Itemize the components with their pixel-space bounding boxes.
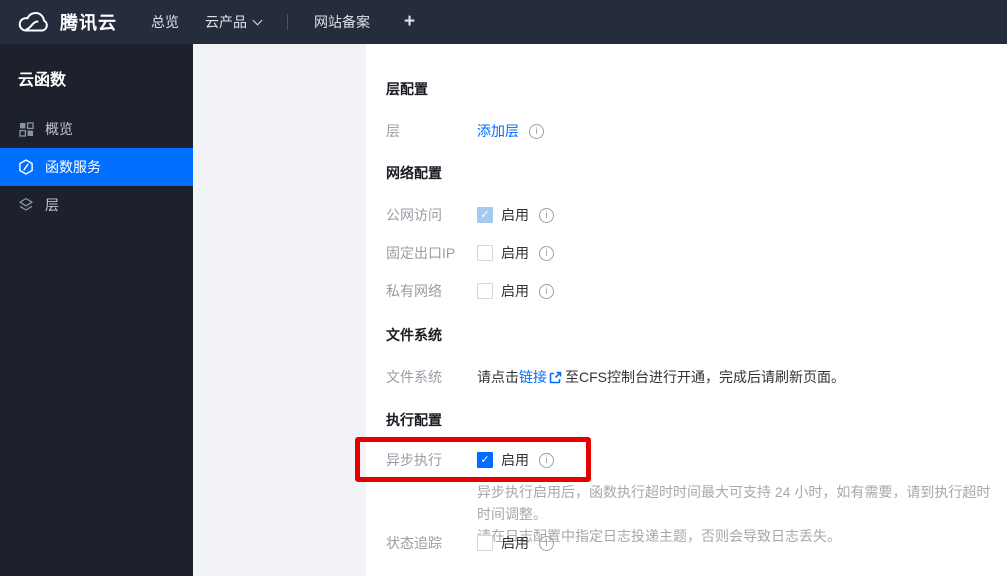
sidebar-item-layers[interactable]: 层 — [0, 186, 193, 224]
field-label: 异步执行 — [386, 452, 442, 468]
file-system-hint-prefix: 请点击 — [477, 369, 519, 385]
section-title-network-config: 网络配置 — [386, 165, 442, 181]
fixed-ip-checkbox[interactable] — [477, 245, 493, 261]
brand[interactable]: 腾讯云 — [16, 9, 117, 35]
public-network-checkbox: ✓ — [477, 207, 493, 223]
nav-website-filing[interactable]: 网站备案 — [314, 12, 370, 32]
form-row-layer: 层 添加层 i — [386, 120, 999, 142]
info-icon[interactable]: i — [539, 452, 554, 468]
enable-label: 启用 — [501, 245, 529, 261]
info-icon[interactable]: i — [539, 207, 554, 223]
info-icon[interactable]: i — [529, 123, 544, 139]
file-system-hint-suffix: 至CFS控制台进行开通，完成后请刷新页面。 — [565, 369, 845, 385]
nav-cloud-products[interactable]: 云产品 — [205, 12, 263, 32]
field-label: 层 — [386, 123, 400, 139]
sidebar-item-label: 概览 — [45, 121, 73, 137]
section-title-execution-config: 执行配置 — [386, 412, 442, 428]
section-title-file-system: 文件系统 — [386, 327, 442, 343]
nav-overview[interactable]: 总览 — [151, 12, 179, 32]
sidebar-item-overview[interactable]: 概览 — [0, 110, 193, 148]
tencent-cloud-logo-icon — [16, 10, 52, 35]
cfs-console-link[interactable]: 链接 — [519, 367, 547, 387]
field-label: 公网访问 — [386, 207, 442, 223]
info-icon[interactable]: i — [539, 283, 554, 299]
nav-divider — [287, 14, 288, 30]
enable-label: 启用 — [501, 535, 529, 551]
sidebar-title: 云函数 — [18, 72, 67, 89]
vpc-checkbox[interactable] — [477, 283, 493, 299]
layers-icon — [18, 197, 34, 213]
enable-label: 启用 — [501, 283, 529, 299]
field-label: 文件系统 — [386, 369, 442, 385]
field-label: 私有网络 — [386, 283, 442, 299]
add-layer-link[interactable]: 添加层 — [477, 121, 519, 141]
external-link-icon[interactable] — [549, 371, 562, 384]
info-icon[interactable]: i — [539, 245, 554, 261]
top-nav-menu: 总览 云产品 网站备案 + — [151, 11, 441, 33]
sidebar-item-label: 层 — [45, 197, 59, 213]
brand-name: 腾讯云 — [60, 13, 117, 33]
top-navbar: 腾讯云 总览 云产品 网站备案 + — [0, 0, 1007, 44]
sidebar-item-label: 函数服务 — [45, 159, 101, 175]
form-row-fixed-ip: 固定出口IP 启用 i — [386, 242, 999, 264]
section-title-layer-config: 层配置 — [386, 81, 428, 97]
help-line: 异步执行启用后，函数执行超时时间最大可支持 24 小时，如有需要，请到执行超时时… — [477, 484, 991, 522]
sidebar-item-function-service[interactable]: 函数服务 — [0, 148, 193, 186]
add-product-tab-button[interactable]: + — [404, 11, 415, 33]
function-hexagon-icon — [18, 159, 34, 175]
form-row-vpc: 私有网络 启用 i — [386, 280, 999, 302]
enable-label: 启用 — [501, 452, 529, 468]
info-icon[interactable]: i — [539, 535, 554, 551]
chevron-down-icon — [252, 15, 263, 25]
async-execution-checkbox[interactable]: ✓ — [477, 452, 493, 468]
form-row-status-tracking: 状态追踪 启用 i — [386, 532, 999, 554]
sidebar: 云函数 概览 函数服务 层 — [0, 44, 193, 576]
grid-icon — [18, 121, 34, 137]
form-row-public-network: 公网访问 ✓ 启用 i — [386, 204, 999, 226]
enable-label: 启用 — [501, 207, 529, 223]
form-row-file-system: 文件系统 请点击 链接 至CFS控制台进行开通，完成后请刷新页面。 — [386, 366, 999, 388]
status-tracking-checkbox[interactable] — [477, 535, 493, 551]
nav-cloud-products-label: 云产品 — [205, 14, 247, 30]
form-row-async-execution: 异步执行 ✓ 启用 i — [386, 449, 999, 471]
field-label: 固定出口IP — [386, 245, 456, 261]
field-label: 状态追踪 — [386, 535, 442, 551]
function-config-panel: 层配置 层 添加层 i 网络配置 公网访问 ✓ 启用 i 固定出口IP 启用 i… — [366, 44, 1007, 576]
